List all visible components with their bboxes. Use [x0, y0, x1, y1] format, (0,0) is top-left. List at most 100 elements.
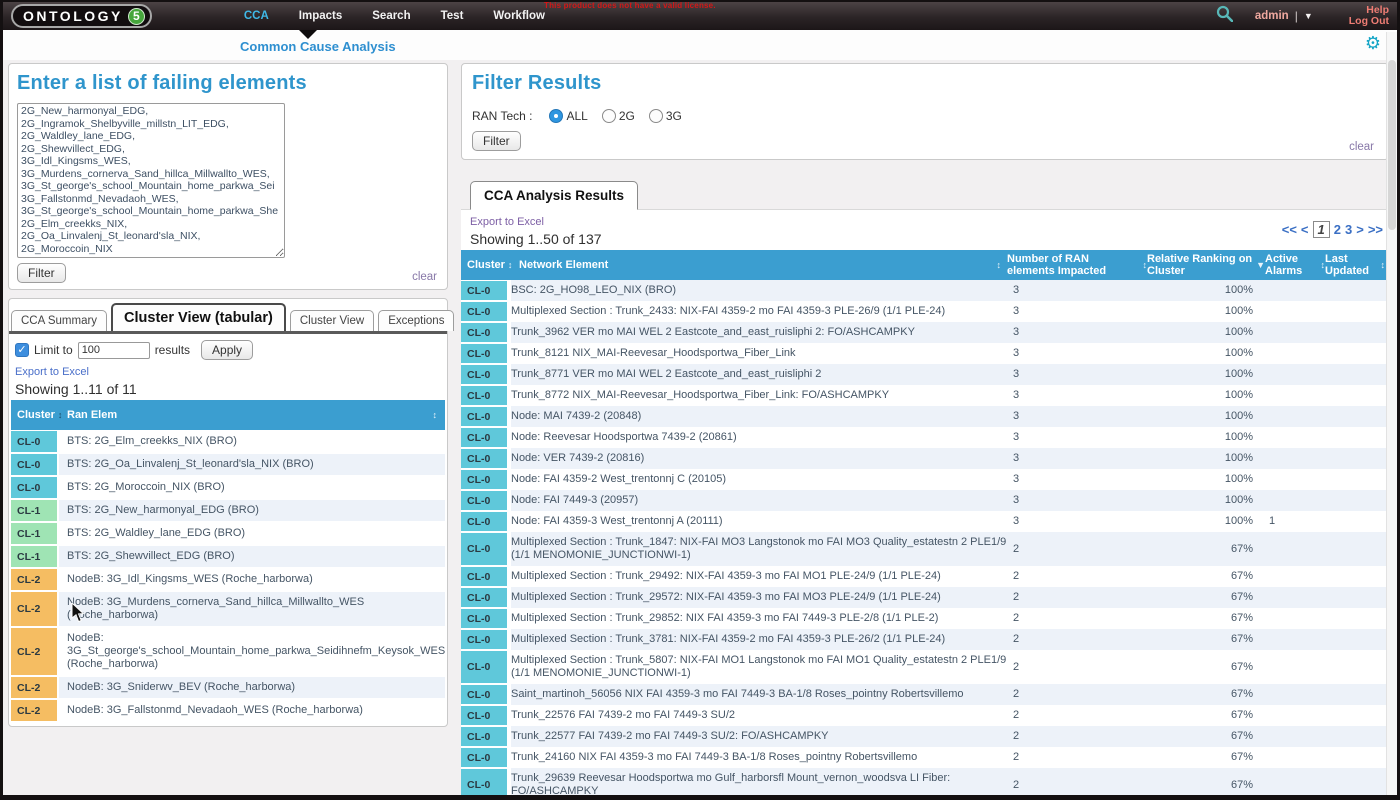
table-row[interactable]: CL-0Trunk_24160 NIX FAI 4359-3 mo FAI 74…	[461, 747, 1389, 768]
tab-cluster-view-tabular[interactable]: Cluster View (tabular)	[111, 303, 286, 331]
ran-elem-cell: NodeB: 3G_Sniderwv_BEV (Roche_harborwa)	[59, 677, 445, 698]
main-nav: CCA Impacts Search Test Workflow	[244, 10, 545, 22]
radio-icon[interactable]	[602, 109, 616, 123]
table-row[interactable]: CL-0Trunk_8121 NIX_MAI-Reevesar_Hoodspor…	[461, 343, 1389, 364]
right-header-network-element[interactable]: Network Element↕	[511, 259, 1007, 271]
table-row[interactable]: CL-0Multiplexed Section : Trunk_29852: N…	[461, 608, 1389, 629]
page-3[interactable]: 3	[1345, 222, 1352, 237]
network-element-cell: Trunk_24160 NIX FAI 4359-3 mo FAI 7449-3…	[511, 747, 1007, 768]
right-header-last-updated[interactable]: Last Updated↕	[1325, 253, 1389, 277]
header-label: Number of RAN elements Impacted	[1007, 253, 1140, 277]
right-clear-link[interactable]: clear	[1349, 141, 1374, 153]
page-[interactable]: >>	[1368, 222, 1383, 237]
nav-item-workflow[interactable]: Workflow	[493, 10, 545, 22]
sort-icon[interactable]: ↕	[433, 410, 438, 420]
table-row[interactable]: CL-0Node: FAI 4359-3 West_trentonnj A (2…	[461, 511, 1389, 532]
vertical-scrollbar[interactable]	[1386, 32, 1397, 795]
logout-link[interactable]: Log Out	[1349, 16, 1389, 27]
table-row[interactable]: CL-0BSC: 2G_HO98_LEO_NIX (BRO)3100%	[461, 280, 1389, 301]
ran-elem-cell: BTS: 2G_Moroccoin_NIX (BRO)	[59, 477, 445, 498]
page-1[interactable]: 1	[1313, 221, 1330, 238]
ran-tech-option-all[interactable]: ALL	[549, 109, 587, 123]
right-header-cluster[interactable]: Cluster↕	[461, 259, 511, 271]
table-row[interactable]: CL-0Trunk_8771 VER mo MAI WEL 2 Eastcote…	[461, 364, 1389, 385]
right-header-number-of-ran-elements-impacted[interactable]: Number of RAN elements Impacted↕	[1007, 253, 1147, 277]
breadcrumb-common-cause-analysis[interactable]: Common Cause Analysis	[240, 39, 396, 54]
impacted-cell: 2	[1007, 566, 1147, 587]
table-row[interactable]: CL-2NodeB: 3G_Idl_Kingsms_WES (Roche_har…	[11, 568, 445, 591]
page-[interactable]: >	[1356, 222, 1364, 237]
left-export-to-excel-link[interactable]: Export to Excel	[15, 366, 89, 378]
right-header-relative-ranking-on-cluster[interactable]: Relative Ranking on Cluster▼	[1147, 253, 1265, 277]
table-row[interactable]: CL-2NodeB: 3G_Murdens_cornerva_Sand_hill…	[11, 591, 445, 627]
ran-tech-option-2g[interactable]: 2G	[602, 109, 635, 123]
table-row[interactable]: CL-0Saint_martinoh_56056 NIX FAI 4359-3 …	[461, 684, 1389, 705]
nav-item-test[interactable]: Test	[441, 10, 464, 22]
sort-icon[interactable]: ▼	[1256, 260, 1265, 270]
table-row[interactable]: CL-0Trunk_22576 FAI 7439-2 mo FAI 7449-3…	[461, 705, 1389, 726]
table-row[interactable]: CL-0Multiplexed Section : Trunk_29572: N…	[461, 587, 1389, 608]
tab-cluster-view[interactable]: Cluster View	[290, 310, 374, 331]
user-menu[interactable]: admin	[1255, 10, 1289, 22]
table-row[interactable]: CL-0Multiplexed Section : Trunk_2433: NI…	[461, 301, 1389, 322]
table-row[interactable]: CL-0Node: FAI 7449-3 (20957)3100%	[461, 490, 1389, 511]
sort-icon[interactable]: ↕	[997, 260, 1002, 270]
sub-nav: Common Cause Analysis ⚙	[3, 30, 1397, 60]
table-row[interactable]: CL-0Node: Reevesar Hoodsportwa 7439-2 (2…	[461, 427, 1389, 448]
table-row[interactable]: CL-0Multiplexed Section : Trunk_3781: NI…	[461, 629, 1389, 650]
table-row[interactable]: CL-1BTS: 2G_Shewvillect_EDG (BRO)	[11, 545, 445, 568]
scrollbar-thumb[interactable]	[1388, 60, 1396, 230]
page-2[interactable]: 2	[1334, 222, 1341, 237]
right-filter-button[interactable]: Filter	[472, 131, 521, 151]
table-row[interactable]: CL-1BTS: 2G_Waldley_lane_EDG (BRO)	[11, 522, 445, 545]
search-icon[interactable]	[1216, 5, 1233, 27]
left-header-cluster[interactable]: Cluster↕	[11, 409, 59, 421]
table-row[interactable]: CL-1BTS: 2G_New_harmonyal_EDG (BRO)	[11, 499, 445, 522]
app-logo[interactable]: ONTOLOGY 5	[11, 4, 152, 28]
left-header-ran-elem[interactable]: Ran Elem↕	[59, 409, 445, 421]
ran-tech-option-3g[interactable]: 3G	[649, 109, 682, 123]
radio-icon[interactable]	[549, 109, 563, 123]
cluster-badge: CL-0	[461, 748, 507, 767]
table-row[interactable]: CL-0Trunk_29639 Reevesar Hoodsportwa mo …	[461, 768, 1389, 800]
settings-gear-icon[interactable]: ⚙	[1365, 34, 1381, 52]
tab-cca-analysis-results[interactable]: CCA Analysis Results	[470, 181, 638, 210]
radio-icon[interactable]	[649, 109, 663, 123]
tab-exceptions[interactable]: Exceptions	[378, 310, 454, 331]
table-row[interactable]: CL-0Trunk_3962 VER mo MAI WEL 2 Eastcote…	[461, 322, 1389, 343]
nav-item-impacts[interactable]: Impacts	[299, 10, 342, 22]
table-row[interactable]: CL-0Trunk_22577 FAI 7439-2 mo FAI 7449-3…	[461, 726, 1389, 747]
ranking-cell: 67%	[1147, 650, 1265, 684]
sort-icon[interactable]: ↕	[1381, 260, 1386, 270]
table-row[interactable]: CL-0Node: VER 7439-2 (20816)3100%	[461, 448, 1389, 469]
table-row[interactable]: CL-0Multiplexed Section : Trunk_1847: NI…	[461, 532, 1389, 566]
impacted-cell: 3	[1007, 385, 1147, 406]
network-element-cell: Trunk_29639 Reevesar Hoodsportwa mo Gulf…	[511, 768, 1007, 800]
table-row[interactable]: CL-0Multiplexed Section : Trunk_5807: NI…	[461, 650, 1389, 684]
left-clear-link[interactable]: clear	[412, 271, 437, 283]
left-table-header: Cluster↕Ran Elem↕	[11, 400, 445, 430]
limit-checkbox[interactable]: ✓	[15, 343, 29, 357]
table-row[interactable]: CL-2NodeB: 3G_St_george's_school_Mountai…	[11, 627, 445, 676]
page-[interactable]: <<	[1282, 222, 1297, 237]
page-[interactable]: <	[1301, 222, 1309, 237]
apply-button[interactable]: Apply	[201, 340, 253, 360]
left-filter-button[interactable]: Filter	[17, 263, 66, 283]
table-row[interactable]: CL-2NodeB: 3G_Fallstonmd_Nevadaoh_WES (R…	[11, 699, 445, 722]
table-row[interactable]: CL-0Node: FAI 4359-2 West_trentonnj C (2…	[461, 469, 1389, 490]
table-row[interactable]: CL-0BTS: 2G_Moroccoin_NIX (BRO)	[11, 476, 445, 499]
chevron-down-icon[interactable]: ▼	[1304, 11, 1313, 21]
right-export-to-excel-link[interactable]: Export to Excel	[470, 216, 544, 228]
table-row[interactable]: CL-0BTS: 2G_Elm_creekks_NIX (BRO)	[11, 430, 445, 453]
table-row[interactable]: CL-0Multiplexed Section : Trunk_29492: N…	[461, 566, 1389, 587]
failing-elements-input[interactable]: 2G_New_harmonyal_EDG, 2G_Ingramok_Shelby…	[17, 103, 285, 258]
nav-item-search[interactable]: Search	[372, 10, 410, 22]
table-row[interactable]: CL-0Node: MAI 7439-2 (20848)3100%	[461, 406, 1389, 427]
nav-item-cca[interactable]: CCA	[244, 10, 269, 22]
limit-input[interactable]	[78, 342, 150, 359]
table-row[interactable]: CL-0Trunk_8772 NIX_MAI-Reevesar_Hoodspor…	[461, 385, 1389, 406]
tab-cca-summary[interactable]: CCA Summary	[11, 310, 107, 331]
right-header-active-alarms[interactable]: Active Alarms↕	[1265, 253, 1325, 277]
table-row[interactable]: CL-2NodeB: 3G_Sniderwv_BEV (Roche_harbor…	[11, 676, 445, 699]
table-row[interactable]: CL-0BTS: 2G_Oa_Linvalenj_St_leonard'sla_…	[11, 453, 445, 476]
